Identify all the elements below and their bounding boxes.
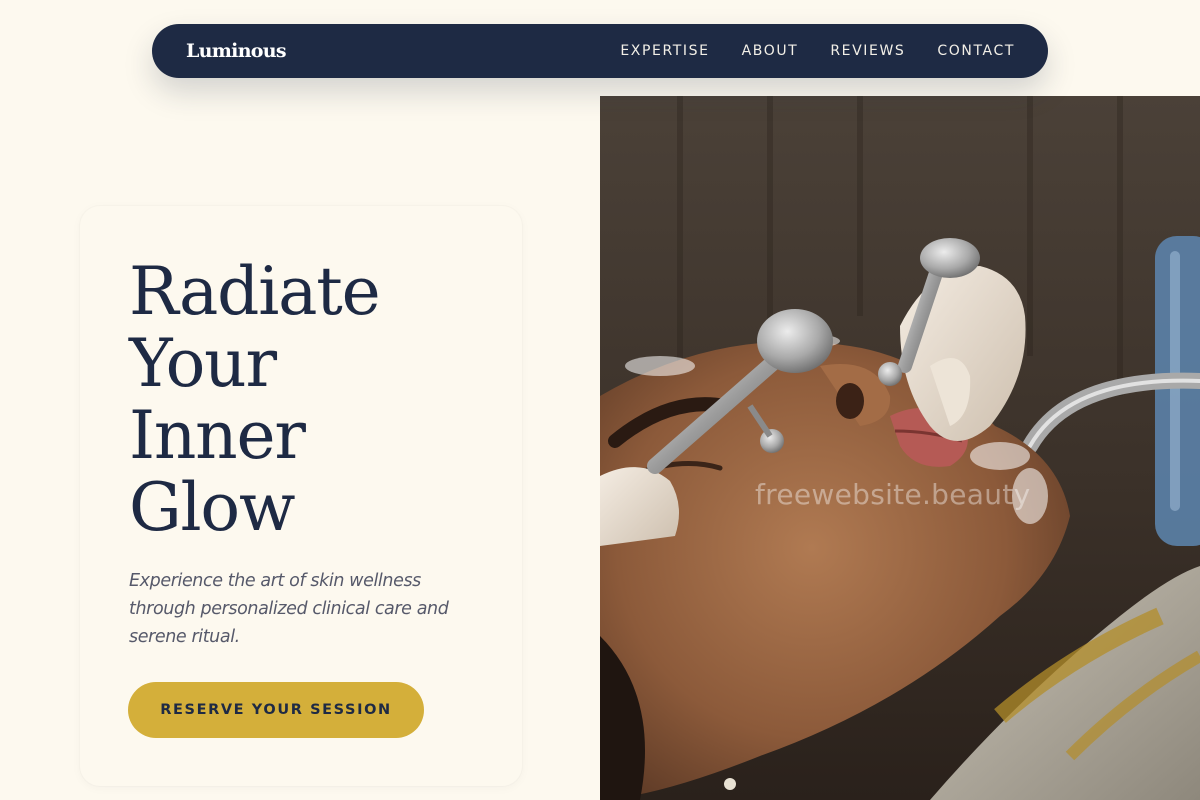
nav-links: EXPERTISE ABOUT REVIEWS CONTACT — [620, 43, 1015, 59]
nav-link-contact[interactable]: CONTACT — [937, 43, 1015, 59]
hero-title-line: Glow — [129, 469, 295, 546]
facial-treatment-illustration — [600, 96, 1200, 800]
reserve-session-button[interactable]: RESERVE YOUR SESSION — [128, 682, 424, 738]
hero-title-line: Your — [129, 325, 277, 402]
watermark: freewebsite.beauty — [755, 478, 1031, 511]
hero-title: Radiate Your Inner Glow — [129, 253, 381, 546]
nav-link-expertise[interactable]: EXPERTISE — [620, 43, 709, 59]
nav-link-about[interactable]: ABOUT — [742, 43, 799, 59]
top-navigation: Luminous EXPERTISE ABOUT REVIEWS CONTACT — [152, 24, 1048, 78]
nav-link-reviews[interactable]: REVIEWS — [830, 43, 905, 59]
hero-title-line: Inner — [129, 397, 306, 474]
hero-image: freewebsite.beauty — [600, 96, 1200, 800]
landing-page: Luminous EXPERTISE ABOUT REVIEWS CONTACT… — [0, 0, 1200, 800]
hero-title-line: Radiate — [129, 253, 381, 330]
hero-subtitle: Experience the art of skin wellness thro… — [129, 571, 449, 647]
brand-logo[interactable]: Luminous — [186, 40, 287, 62]
